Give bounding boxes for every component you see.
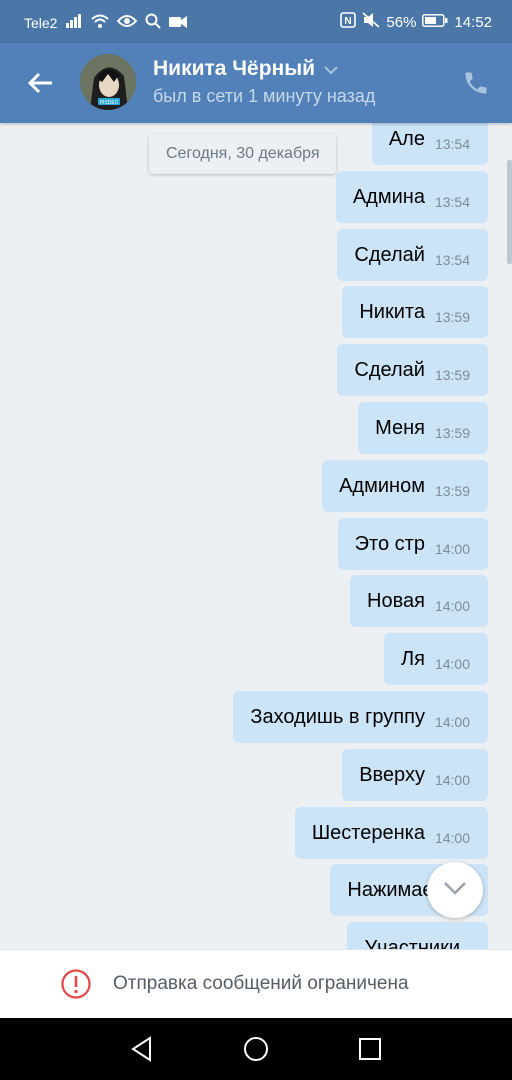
message-bubble[interactable]: Вверху 14:00 <box>342 749 488 801</box>
message-bubble[interactable]: Ля 14:00 <box>383 633 488 685</box>
message-text: Шестеренка <box>311 821 425 844</box>
message-bubble[interactable]: Шестеренка 14:00 <box>294 807 488 859</box>
message-text: Это стр <box>354 532 425 555</box>
message-bubble[interactable]: Але 13:54 <box>371 123 488 165</box>
message-bubble[interactable]: Админа 13:54 <box>335 171 488 223</box>
message-bubble[interactable]: Сделай 13:59 <box>337 344 488 396</box>
contact-name-label: Никита Чёрный <box>153 57 316 80</box>
message-text: Админа <box>352 185 425 208</box>
clock: 14:52 <box>454 13 492 31</box>
message-time: 14:00 <box>434 830 470 846</box>
message-time: 13:59 <box>434 367 470 383</box>
message-time: 13:54 <box>434 194 470 210</box>
message-text: Заходишь в группу <box>250 705 425 728</box>
message-time: 13:59 <box>434 309 470 325</box>
chevron-down-icon <box>442 880 468 901</box>
message-time: 13:59 <box>434 425 470 441</box>
restriction-text: Отправка сообщений ограничена <box>113 973 409 994</box>
status-bar: Tele2 N 56% 14:52 <box>0 0 512 43</box>
message-time: 13:54 <box>434 252 470 268</box>
online-status: был в сети 1 минуту назад <box>153 86 376 106</box>
message-bubble[interactable]: Это стр 14:00 <box>337 518 488 570</box>
system-navigation-bar <box>0 1018 512 1080</box>
message-bubble[interactable]: Участники <box>347 922 488 949</box>
message-bubble[interactable]: Никита 13:59 <box>342 286 488 338</box>
message-bubble[interactable]: Меня 13:59 <box>358 402 488 454</box>
message-bubble[interactable]: Новая 14:00 <box>350 575 488 627</box>
eye-icon <box>117 14 138 31</box>
phone-icon[interactable] <box>462 69 490 97</box>
wifi-icon <box>91 14 110 31</box>
chat-header: PISDEC Никита Чёрный был в сети 1 минуту… <box>0 43 512 123</box>
battery-icon <box>422 13 448 31</box>
message-bubble[interactable]: Админом 13:59 <box>322 460 488 512</box>
scrollbar[interactable] <box>507 160 512 264</box>
message-time: 14:00 <box>434 541 470 557</box>
message-time: 13:59 <box>434 483 470 499</box>
message-text: Участники <box>364 936 460 950</box>
back-triangle-icon[interactable] <box>128 1035 156 1063</box>
svg-text:N: N <box>345 16 352 27</box>
date-chip: Сегодня, 30 декабря <box>149 134 337 174</box>
svg-text:PISDEC: PISDEC <box>100 100 119 106</box>
message-list[interactable]: Сегодня, 30 декабря Але 13:54 Админа 13:54 С… <box>0 123 512 949</box>
message-text: Вверху <box>359 763 425 786</box>
avatar[interactable]: PISDEC <box>80 54 136 110</box>
message-text: Меня <box>375 416 425 439</box>
restriction-bar: Отправка сообщений ограничена <box>0 949 512 1018</box>
message-text: Админом <box>339 474 425 497</box>
recents-square-icon[interactable] <box>356 1035 384 1063</box>
warning-icon <box>60 968 92 1000</box>
search-icon <box>145 13 162 32</box>
carrier-label: Tele2 <box>24 14 58 31</box>
back-arrow-icon[interactable] <box>24 67 56 99</box>
signal-icon <box>65 14 83 31</box>
video-icon <box>169 15 188 31</box>
message-text: Никита <box>359 300 425 323</box>
chevron-down-icon <box>323 57 339 81</box>
contact-name[interactable]: Никита Чёрный <box>153 57 339 81</box>
scroll-down-button[interactable] <box>427 862 483 918</box>
message-text: Сделай <box>354 243 425 266</box>
message-bubble[interactable]: Заходишь в группу 14:00 <box>233 691 488 743</box>
message-bubble[interactable]: Сделай 13:54 <box>337 229 488 281</box>
home-circle-icon[interactable] <box>242 1035 270 1063</box>
message-text: Ля <box>400 647 425 670</box>
nfc-icon: N <box>340 12 357 32</box>
message-time: 13:54 <box>434 136 470 152</box>
message-time: 14:00 <box>434 656 470 672</box>
message-text: Сделай <box>354 358 425 381</box>
message-text: Але <box>388 127 425 150</box>
message-time: 14:00 <box>434 598 470 614</box>
battery-percent: 56% <box>386 13 417 31</box>
message-time: 14:00 <box>434 772 470 788</box>
mute-icon <box>362 12 380 32</box>
message-text: Новая <box>367 589 425 612</box>
message-time: 14:00 <box>434 714 470 730</box>
